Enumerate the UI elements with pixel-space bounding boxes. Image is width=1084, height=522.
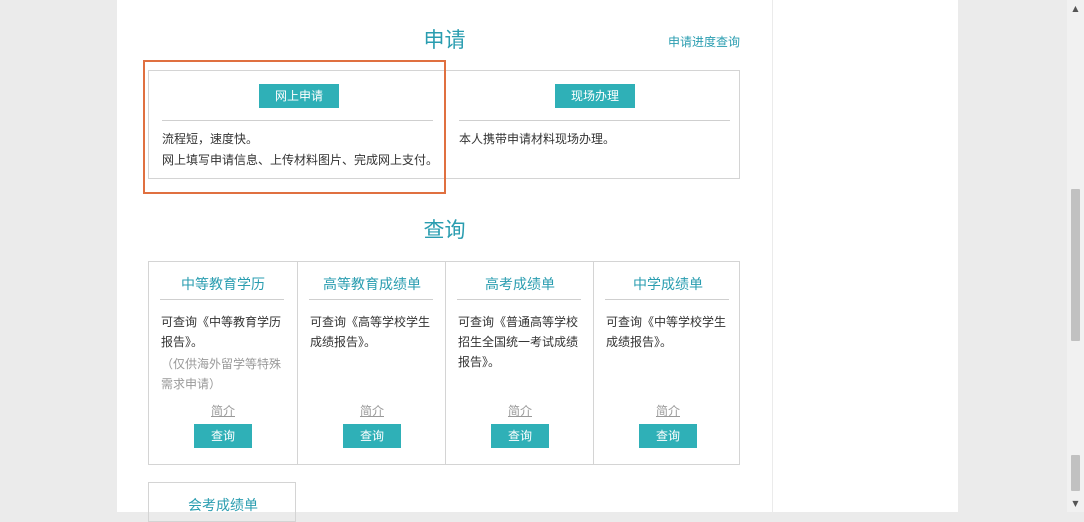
online-apply-button[interactable]: 网上申请 [259, 84, 339, 108]
query-card-title: 高等教育成绩单 [323, 277, 421, 293]
intro-link[interactable]: 简介 [446, 402, 594, 419]
query-button[interactable]: 查询 [194, 424, 252, 448]
query-card-description: 可查询《中等学校学生成绩报告》。 [606, 315, 727, 349]
onsite-apply-button[interactable]: 现场办理 [555, 84, 635, 108]
query-card-title: 中学成绩单 [633, 277, 703, 293]
divider [309, 299, 433, 300]
main-panel: 申请 申请进度查询 网上申请 流程短，速度快。 网上填写申请信息、上传材料图片、… [117, 0, 772, 522]
query-card-high-school-transcript: 中学成绩单 可查询《中等学校学生成绩报告》。 简介 查询 [593, 262, 742, 464]
query-section-title: 查询 [423, 218, 466, 242]
apply-options: 网上申请 流程短，速度快。 网上填写申请信息、上传材料图片、完成网上支付。 现场… [148, 70, 740, 179]
online-apply-description: 流程短，速度快。 网上填写申请信息、上传材料图片、完成网上支付。 [162, 129, 438, 171]
query-card-description: 可查询《高等学校学生成绩报告》。 [310, 315, 431, 349]
query-button[interactable]: 查询 [343, 424, 401, 448]
scrollbar-thumb[interactable] [1071, 189, 1080, 341]
query-card-huikao-transcript[interactable]: 会考成绩单 [148, 482, 296, 522]
query-card-grid: 中等教育学历 可查询《中等教育学历报告》。 （仅供海外留学等特殊需求申请） 简介… [148, 261, 740, 465]
divider [160, 299, 284, 300]
online-apply-desc-line2: 网上填写申请信息、上传材料图片、完成网上支付。 [162, 153, 439, 167]
online-apply-card: 网上申请 流程短，速度快。 网上填写申请信息、上传材料图片、完成网上支付。 [149, 71, 445, 178]
query-card-secondary-education: 中等教育学历 可查询《中等教育学历报告》。 （仅供海外留学等特殊需求申请） 简介… [149, 262, 297, 464]
right-sidebar-panel [773, 0, 958, 512]
divider [605, 299, 729, 300]
online-apply-desc-line1: 流程短，速度快。 [162, 132, 259, 146]
vertical-scrollbar[interactable]: ▲ ▼ [1067, 0, 1084, 512]
application-progress-link[interactable]: 申请进度查询 [668, 33, 740, 50]
query-card-description: 可查询《普通高等学校招生全国统一考试成绩报告》。 [458, 315, 579, 369]
onsite-apply-card: 现场办理 本人携带申请材料现场办理。 [445, 71, 740, 178]
intro-link[interactable]: 简介 [298, 402, 446, 419]
query-card-description: 可查询《中等教育学历报告》。 [161, 315, 282, 349]
divider [162, 120, 433, 121]
query-card-higher-education-transcript: 高等教育成绩单 可查询《高等学校学生成绩报告》。 简介 查询 [297, 262, 446, 464]
scrollbar-secondary-thumb [1071, 455, 1080, 491]
scroll-up-icon[interactable]: ▲ [1067, 0, 1084, 17]
scroll-down-icon[interactable]: ▼ [1067, 495, 1084, 512]
divider [459, 120, 730, 121]
query-button[interactable]: 查询 [491, 424, 549, 448]
query-card-title: 中等教育学历 [181, 277, 265, 293]
intro-link[interactable]: 简介 [149, 402, 297, 419]
query-card-title: 会考成绩单 [188, 498, 258, 514]
query-card-title: 高考成绩单 [485, 277, 555, 293]
query-button[interactable]: 查询 [639, 424, 697, 448]
query-card-gaokao-transcript: 高考成绩单 可查询《普通高等学校招生全国统一考试成绩报告》。 简介 查询 [445, 262, 594, 464]
onsite-apply-description: 本人携带申请材料现场办理。 [459, 132, 616, 146]
divider [457, 299, 581, 300]
query-card-note: （仅供海外留学等特殊需求申请） [161, 357, 282, 391]
intro-link[interactable]: 简介 [594, 402, 742, 419]
